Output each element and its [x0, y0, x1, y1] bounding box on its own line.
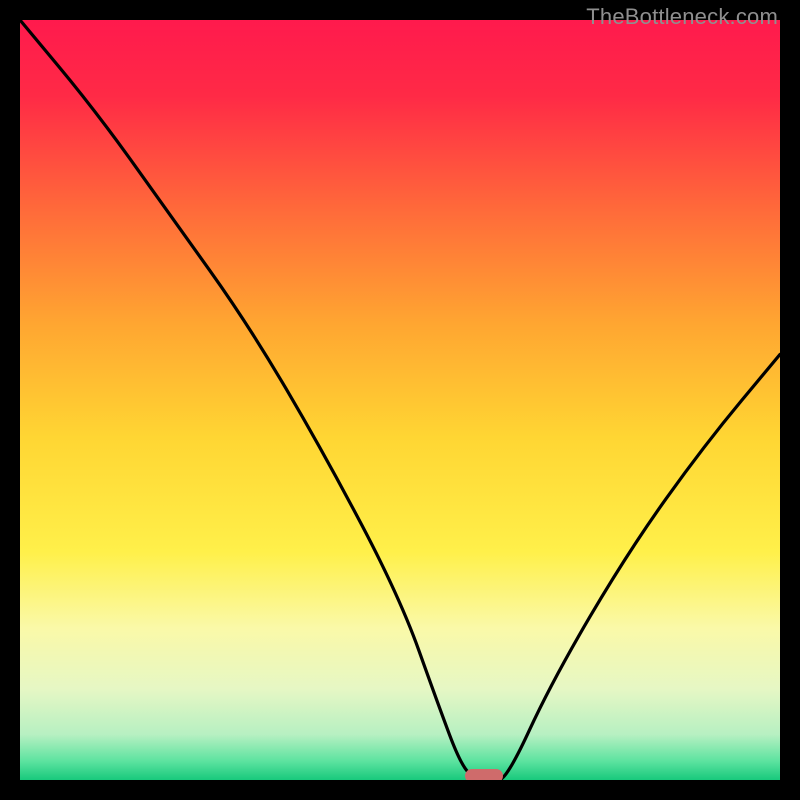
bottleneck-curve-path — [20, 20, 780, 780]
plot-area — [20, 20, 780, 780]
curve-layer — [20, 20, 780, 780]
optimal-zone-marker — [465, 769, 503, 780]
chart-frame: TheBottleneck.com — [0, 0, 800, 800]
watermark-text: TheBottleneck.com — [586, 4, 778, 30]
